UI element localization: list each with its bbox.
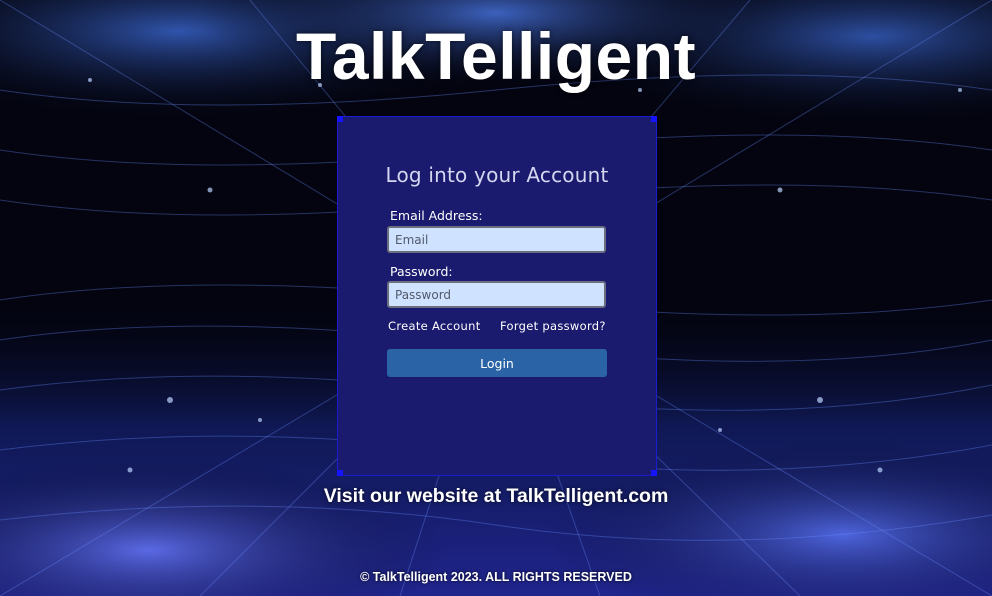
panel-corner-marker bbox=[651, 470, 657, 476]
create-account-link[interactable]: Create Account bbox=[388, 319, 481, 333]
login-panel: Log into your Account Email Address: Pas… bbox=[337, 116, 657, 476]
email-field[interactable] bbox=[387, 226, 606, 253]
app-title: TalkTelligent bbox=[295, 19, 697, 93]
panel-corner-marker bbox=[651, 116, 657, 122]
login-button[interactable]: Login bbox=[387, 349, 607, 377]
password-field[interactable] bbox=[387, 281, 606, 308]
email-label: Email Address: bbox=[390, 208, 483, 223]
panel-corner-marker bbox=[337, 470, 343, 476]
login-heading: Log into your Account bbox=[385, 163, 609, 187]
panel-corner-marker bbox=[337, 116, 343, 122]
password-label: Password: bbox=[390, 264, 453, 279]
visit-website-text: Visit our website at TalkTelligent.com bbox=[323, 485, 669, 507]
forgot-password-link[interactable]: Forget password? bbox=[500, 319, 606, 333]
copyright-text: © TalkTelligent 2023. ALL RIGHTS RESERVE… bbox=[360, 570, 632, 584]
